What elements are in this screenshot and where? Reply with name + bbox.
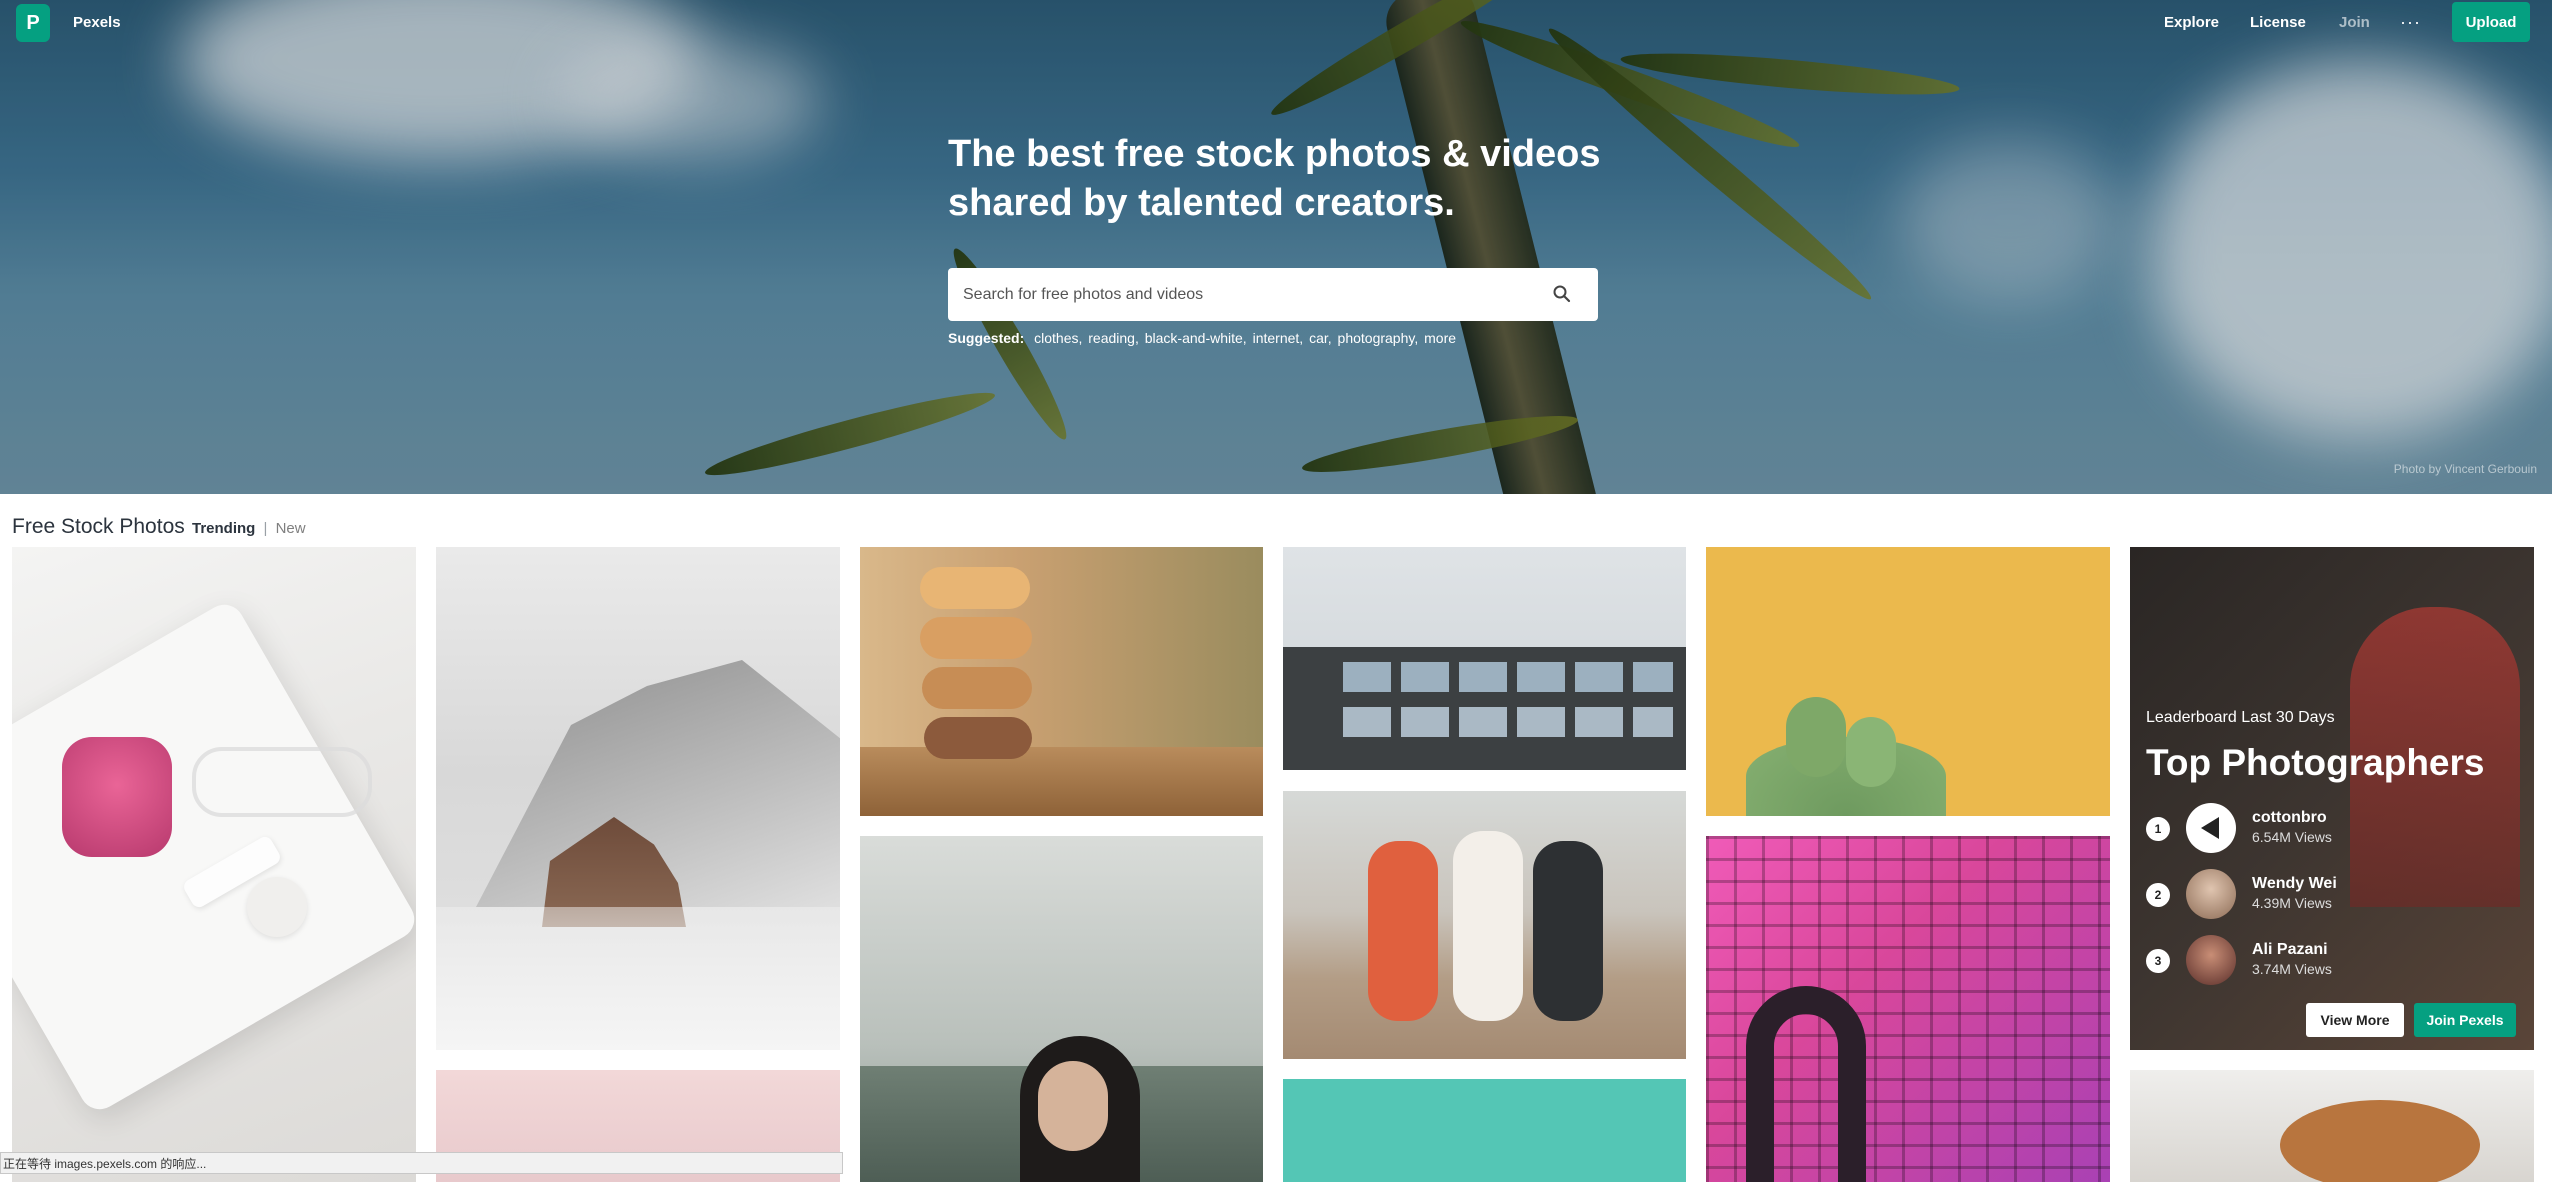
suggested-label: Suggested: [948, 330, 1025, 346]
photo-tile[interactable] [1283, 791, 1686, 1059]
suggested-tag[interactable]: car, [1309, 330, 1332, 346]
photo-tile[interactable] [1283, 1079, 1686, 1182]
wood-table [860, 747, 1263, 816]
avatar[interactable] [2186, 869, 2236, 919]
windows [1343, 707, 1673, 737]
nav-join[interactable]: Join [2339, 14, 2370, 31]
photo-tile[interactable] [1283, 547, 1686, 770]
fog [436, 907, 840, 1050]
upload-button[interactable]: Upload [2452, 2, 2530, 42]
woman-face [1038, 1061, 1108, 1151]
macaron [924, 717, 1032, 759]
person [1453, 831, 1523, 1021]
browser-status-bar: 正在等待 images.pexels.com 的响应... [0, 1152, 843, 1174]
hero-title: The best free stock photos & videos shar… [948, 130, 1648, 228]
food [2280, 1100, 2480, 1182]
photographer-views: 3.74M Views [2252, 961, 2332, 977]
photo-tile[interactable] [12, 547, 416, 1182]
search-bar[interactable] [948, 268, 1598, 321]
photographer-name[interactable]: Ali Pazani [2252, 941, 2328, 959]
macaron [922, 667, 1032, 709]
suggested-tag[interactable]: black-and-white, [1145, 330, 1247, 346]
photo-credit[interactable]: Photo by Vincent Gerbouin [2394, 462, 2537, 476]
section-title: Free Stock Photos [12, 515, 185, 538]
cactus [1846, 717, 1896, 787]
suggested-tag[interactable]: photography, [1338, 330, 1419, 346]
hero-title-line: shared by talented creators. [948, 182, 1455, 224]
photo-tile[interactable] [1706, 547, 2110, 816]
pink-glass [62, 737, 172, 857]
leaderboard-entry[interactable]: 3 Ali Pazani 3.74M Views [2146, 935, 2526, 987]
join-pexels-button[interactable]: Join Pexels [2414, 1003, 2516, 1037]
leaderboard-entry[interactable]: 2 Wendy Wei 4.39M Views [2146, 869, 2526, 921]
person [1368, 841, 1438, 1021]
leaderboard-entry[interactable]: 1 cottonbro 6.54M Views [2146, 803, 2526, 855]
photo-tile[interactable] [860, 547, 1263, 816]
photo-tile[interactable] [2130, 1070, 2534, 1182]
suggested-more-link[interactable]: more [1424, 330, 1456, 346]
tab-new[interactable]: New [276, 520, 306, 537]
search-icon[interactable] [1552, 284, 1572, 304]
leaderboard-card: Leaderboard Last 30 Days Top Photographe… [2130, 547, 2534, 1050]
suggested-tags: Suggested: clothes, reading, black-and-w… [948, 330, 1458, 346]
leaderboard-subtitle: Leaderboard Last 30 Days [2146, 709, 2335, 726]
hero-overlay [0, 0, 2552, 494]
windows [1343, 662, 1673, 692]
top-nav: P Pexels Explore License Join ··· Upload [0, 0, 2552, 46]
rank-badge: 3 [2146, 949, 2170, 973]
photo-tile[interactable] [1706, 836, 2110, 1182]
brand-name[interactable]: Pexels [73, 14, 121, 31]
photographer-views: 6.54M Views [2252, 829, 2332, 845]
photo-tile[interactable] [860, 836, 1263, 1182]
macaron [920, 567, 1030, 609]
tab-trending[interactable]: Trending [192, 520, 255, 537]
jar [247, 877, 307, 937]
cactus [1786, 697, 1846, 777]
photographer-name[interactable]: cottonbro [2252, 809, 2327, 827]
photo-tile[interactable] [436, 547, 840, 1050]
photographer-name[interactable]: Wendy Wei [2252, 875, 2337, 893]
macaron [920, 617, 1032, 659]
more-menu-icon[interactable]: ··· [2400, 12, 2421, 33]
hero-title-line: The best free stock photos & videos [948, 133, 1601, 175]
view-more-button[interactable]: View More [2306, 1003, 2404, 1037]
search-input[interactable] [963, 285, 1523, 304]
rank-badge: 2 [2146, 883, 2170, 907]
suggested-tag[interactable]: clothes, [1034, 330, 1082, 346]
hero-banner: The best free stock photos & videos shar… [0, 0, 2552, 494]
suggested-tag[interactable]: internet, [1253, 330, 1304, 346]
pexels-logo-icon[interactable]: P [16, 4, 50, 42]
glasses [192, 747, 372, 817]
number-two [1746, 986, 1866, 1182]
avatar[interactable] [2186, 935, 2236, 985]
rank-badge: 1 [2146, 817, 2170, 841]
avatar[interactable] [2186, 803, 2236, 853]
nav-explore[interactable]: Explore [2164, 14, 2219, 31]
photographer-views: 4.39M Views [2252, 895, 2332, 911]
play-back-icon [2201, 817, 2219, 839]
suggested-tag[interactable]: reading, [1088, 330, 1139, 346]
person [1533, 841, 1603, 1021]
marble-tray [12, 597, 416, 1117]
leaderboard-title: Top Photographers [2146, 742, 2485, 783]
nav-license[interactable]: License [2250, 14, 2306, 31]
tab-separator: | [263, 520, 268, 537]
section-tabs: Trending | New [192, 520, 306, 537]
